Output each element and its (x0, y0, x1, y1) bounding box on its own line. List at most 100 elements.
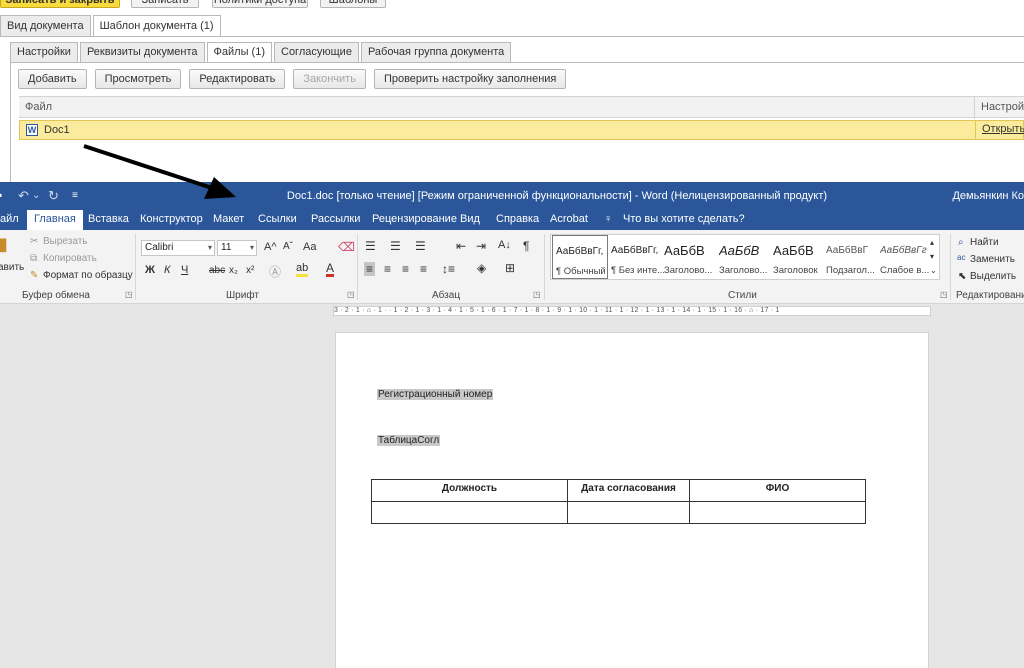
underline-button[interactable]: Ч (181, 264, 188, 276)
finish-button[interactable]: Закончить (293, 69, 366, 89)
replace-button[interactable]: Заменить (970, 254, 1015, 265)
dialog-launcher-icon[interactable]: ◳ (940, 290, 948, 299)
font-color-icon[interactable]: A (326, 262, 335, 277)
chevron-down-icon: ▾ (249, 243, 254, 252)
select-button[interactable]: Выделить (970, 271, 1016, 282)
find-button[interactable]: Найти (970, 237, 999, 248)
dialog-launcher-icon[interactable]: ◳ (533, 290, 541, 299)
table-cell[interactable] (689, 501, 866, 524)
text-effects-icon[interactable]: Ⓐ (269, 263, 281, 280)
user-name[interactable]: Демьянкин Ко (952, 190, 1024, 202)
view-button[interactable]: Просмотреть (94, 69, 182, 89)
tab-insert[interactable]: Вставка (88, 210, 129, 230)
dialog-launcher-icon[interactable]: ◳ (347, 290, 355, 299)
numbering-icon[interactable]: ☰ (390, 239, 401, 253)
font-name-select[interactable]: Calibri ▾ (141, 240, 215, 256)
header-approval-date: Дата согласования (567, 479, 690, 502)
more-styles-icon[interactable]: ⌄ (930, 266, 937, 275)
style-heading-1[interactable]: АаБбВ Заголово... (661, 235, 717, 279)
increase-indent-icon[interactable]: ⇥ (476, 239, 486, 253)
style-title[interactable]: АаБбВ Заголовок (770, 235, 826, 279)
style-sample: АаБбВвГг, (556, 246, 604, 257)
line-spacing-icon[interactable]: ↕≡ (442, 262, 455, 276)
tab-design[interactable]: Конструктор (140, 210, 203, 230)
format-painter-icon: ✎ (30, 270, 39, 281)
justify-icon[interactable]: ≡ (420, 262, 427, 276)
tab-workgroup[interactable]: Рабочая группа документа (360, 42, 512, 63)
tab-acrobat[interactable]: Acrobat (550, 210, 588, 230)
copy-button[interactable]: Копировать (43, 253, 97, 264)
tab-requisites[interactable]: Реквизиты документа (79, 42, 205, 63)
check-settings-button[interactable]: Проверить настройку заполнения (373, 69, 567, 89)
edit-button[interactable]: Редактировать (189, 69, 286, 89)
style-subtitle[interactable]: АаБбВвГ Подзагол... (823, 235, 879, 279)
format-painter-button[interactable]: Формат по образцу (43, 270, 133, 281)
tab-references[interactable]: Ссылки (258, 210, 297, 230)
strikethrough-button[interactable]: abc (209, 265, 225, 276)
sort-icon[interactable]: A↓ (498, 239, 511, 251)
multilevel-list-icon[interactable]: ☰ (415, 239, 426, 253)
tab-mailings[interactable]: Рассылки (311, 210, 360, 230)
style-normal[interactable]: АаБбВвГг, ¶ Обычный (552, 235, 608, 279)
scroll-down-icon[interactable]: ▾ (930, 252, 934, 261)
highlight-icon[interactable]: ab (296, 263, 309, 277)
tab-approvers[interactable]: Согласующие (274, 42, 359, 63)
shrink-font-button[interactable]: Aˇ (283, 241, 293, 252)
borders-icon[interactable]: ⊞ (505, 261, 515, 275)
style-name: Слабое в... (880, 265, 930, 276)
tab-files[interactable]: Файлы (1) (206, 42, 272, 63)
add-button[interactable]: Добавить (18, 69, 87, 89)
align-left-icon[interactable]: ≡ (364, 262, 376, 276)
tab-home[interactable]: Главная (27, 210, 83, 230)
grow-font-button[interactable]: A^ (264, 241, 277, 253)
style-heading-2[interactable]: АаБбВ Заголово... (716, 235, 772, 279)
table-row[interactable]: W Doc1 Открыть (19, 120, 1024, 140)
cut-button[interactable]: Вырезать (43, 236, 87, 247)
column-setting[interactable]: Настройка (974, 97, 1024, 119)
tab-layout[interactable]: Макет (213, 210, 244, 230)
tab-settings[interactable]: Настройки (10, 42, 78, 63)
tab-view[interactable]: Вид (460, 210, 480, 230)
italic-button[interactable]: К (164, 264, 170, 276)
font-group-label: Шрифт (226, 290, 259, 301)
templates-button[interactable]: Шаблоны (320, 0, 386, 8)
paste-label[interactable]: авить (0, 262, 24, 273)
paste-icon[interactable]: ▮ (0, 234, 8, 255)
tab-review[interactable]: Рецензирование (372, 210, 457, 230)
chevron-down-icon: ▾ (207, 243, 212, 252)
tell-me-input[interactable]: Что вы хотите сделать? (623, 210, 745, 230)
subscript-button[interactable]: x₂ (229, 265, 238, 276)
tab-document-template[interactable]: Шаблон документа (1) (92, 15, 221, 37)
word-window: ▪ ↶ ⌄ ↻ ≡ Doc1.doc [только чтение] [Режи… (0, 182, 1024, 668)
open-link[interactable]: Открыть (975, 121, 1024, 139)
superscript-button[interactable]: x² (246, 265, 254, 276)
tab-help[interactable]: Справка (496, 210, 539, 230)
change-case-button[interactable]: Aa (303, 241, 316, 253)
tab-document-view[interactable]: Вид документа (0, 15, 91, 37)
decrease-indent-icon[interactable]: ⇤ (456, 239, 466, 253)
table-cell[interactable] (371, 501, 568, 524)
bold-button[interactable]: Ж (145, 264, 155, 276)
shading-icon[interactable]: ◈ (477, 261, 486, 275)
save-button[interactable]: Записать (131, 0, 199, 8)
show-marks-button[interactable]: ¶ (523, 239, 529, 253)
access-policy-button[interactable]: Политики доступа (212, 0, 308, 8)
align-right-icon[interactable]: ≡ (402, 262, 409, 276)
scroll-up-icon[interactable]: ▴ (930, 238, 934, 247)
approval-table: Должность Дата согласования ФИО (371, 479, 866, 524)
style-subtle-emphasis[interactable]: АаБбВвГг Слабое в... (877, 235, 933, 279)
horizontal-ruler[interactable]: 3 · 2 · 1 · ⌂ · 1 · · 1 · 2 · 1 · 3 · 1 … (333, 306, 931, 316)
save-close-button[interactable]: Записать и закрыть (0, 0, 120, 8)
dialog-launcher-icon[interactable]: ◳ (125, 290, 133, 299)
header-position: Должность (371, 479, 568, 502)
column-file[interactable]: Файл (25, 101, 52, 113)
table-cell[interactable] (567, 501, 690, 524)
style-no-spacing[interactable]: АаБбВвГг, ¶ Без инте... (608, 235, 665, 279)
clear-formatting-icon[interactable]: ⌫ (338, 240, 355, 254)
ruler: 3 · 2 · 1 · ⌂ · 1 · · 1 · 2 · 1 · 3 · 1 … (0, 304, 1024, 318)
document-page[interactable]: Регистрационный номер ТаблицаСогл Должно… (335, 332, 929, 668)
bullets-icon[interactable]: ☰ (365, 239, 376, 253)
tab-file[interactable]: айл (0, 210, 19, 230)
font-size-select[interactable]: 11 ▾ (217, 240, 257, 256)
align-center-icon[interactable]: ≡ (384, 262, 391, 276)
